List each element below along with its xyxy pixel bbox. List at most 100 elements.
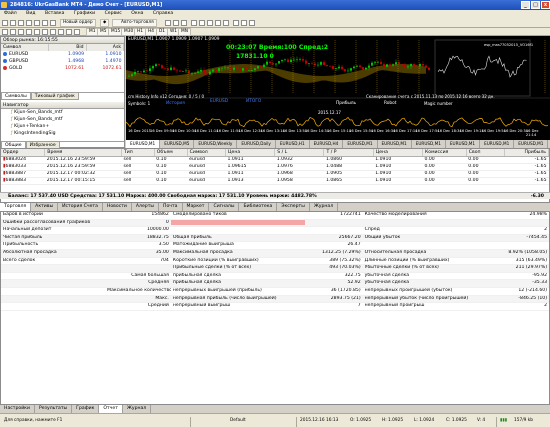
line-chart-icon[interactable]	[181, 20, 187, 26]
navigator-item[interactable]: ƒ Kijun-Sen_Bands_mtf	[11, 109, 124, 116]
col-current-price[interactable]: Цена	[373, 149, 424, 157]
col-symbol[interactable]: Символ	[1, 44, 50, 51]
chart-tab[interactable]: EURUSD,H4	[310, 140, 344, 148]
col-type[interactable]: Тип	[121, 149, 155, 157]
tab-symbols[interactable]: Символы	[1, 93, 31, 100]
tab-trade[interactable]: Торговля	[0, 203, 32, 211]
navigator-icon[interactable]	[34, 20, 40, 26]
text-tool-icon[interactable]	[58, 29, 64, 35]
col-swap[interactable]: Своп	[466, 149, 506, 157]
market-row[interactable]: EURUSD 1.0909 1.0910	[1, 51, 124, 58]
tab-account-history[interactable]: История Счета	[58, 203, 103, 211]
chart-tab[interactable]: EURUSD,M5	[160, 140, 195, 148]
terminal-icon[interactable]	[42, 20, 48, 26]
col-commission[interactable]: Комиссия	[422, 149, 467, 157]
fibonacci-icon[interactable]	[50, 29, 56, 35]
menu-help[interactable]: Справка	[149, 11, 177, 16]
col-order[interactable]: Ордер	[1, 149, 46, 157]
horizontal-line-icon[interactable]	[26, 29, 32, 35]
vertical-line-icon[interactable]	[18, 29, 24, 35]
chart-shift-icon[interactable]	[223, 20, 229, 26]
templates-icon[interactable]	[249, 20, 255, 26]
col-bid[interactable]: Bid	[48, 44, 87, 51]
tab-exposure[interactable]: Активы	[31, 203, 59, 211]
chart-tab[interactable]: EURUSD,M1	[446, 140, 481, 148]
col-symbol[interactable]: Символ	[187, 149, 226, 157]
chart-tab[interactable]: EURUSD,M1	[480, 140, 515, 148]
tab-experts[interactable]: Эксперты	[277, 203, 310, 211]
tab-tick-chart[interactable]: Тиковый график	[30, 93, 79, 100]
tab-news[interactable]: Новости	[103, 203, 132, 211]
metaeditor-button[interactable]: ◆	[100, 19, 110, 27]
trendline-icon[interactable]	[34, 29, 40, 35]
crosshair-icon[interactable]	[10, 29, 16, 35]
navigator-item[interactable]: ƒ Kijun-Sen_Bands_mtf	[11, 116, 124, 123]
menu-insert[interactable]: Вставка	[41, 11, 68, 16]
market-row[interactable]: GOLD 1072.61 1072.61	[1, 65, 124, 72]
indicators-icon[interactable]	[233, 20, 239, 26]
channel-icon[interactable]	[42, 29, 48, 35]
chart-tab[interactable]: EURUSD,Daily	[237, 140, 276, 148]
col-time[interactable]: Время	[44, 149, 122, 157]
minimize-button[interactable]: _	[521, 1, 530, 9]
maximize-button[interactable]: □	[531, 1, 540, 9]
col-sl[interactable]: S / L	[274, 149, 325, 157]
market-row[interactable]: GBPUSD 1.4968 1.4970	[1, 58, 124, 65]
menu-windows[interactable]: Окна	[127, 11, 147, 16]
chart-tab[interactable]: EURUSD,M1	[514, 140, 549, 148]
navigator-item[interactable]: ƒ KingsIntendingSig	[11, 130, 124, 137]
menu-file[interactable]: Файл	[0, 11, 21, 16]
chart-tab[interactable]: EURUSD,M1	[412, 140, 446, 148]
chart-window[interactable]: EURUSD,M1 1.0907 1.0909 1.0907 1.0909 00…	[126, 36, 550, 148]
new-order-button[interactable]: Новый ордер	[60, 19, 96, 27]
zoom-in-icon[interactable]	[191, 20, 197, 26]
autoscroll-icon[interactable]	[215, 20, 221, 26]
cursor-icon[interactable]	[2, 29, 8, 35]
chart-tab[interactable]: EURUSD,M1	[343, 140, 378, 148]
tab-mailbox[interactable]: Почта	[159, 203, 183, 211]
tab-report[interactable]: Отчет	[99, 405, 123, 413]
price-chart[interactable]	[126, 36, 550, 140]
tab-journal[interactable]: Журнал	[310, 203, 339, 211]
profiles-icon[interactable]	[10, 20, 16, 26]
tab-settings[interactable]: Настройки	[0, 405, 35, 413]
label-tool-icon[interactable]	[66, 29, 72, 35]
chart-tab[interactable]: EURUSD,M1	[126, 140, 161, 148]
tab-tester-journal[interactable]: Журнал	[123, 405, 152, 413]
tab-graph[interactable]: График	[72, 405, 100, 413]
new-chart-icon[interactable]	[2, 20, 8, 26]
table-row[interactable]: ▮6883887 2015.12.17 00:02:32 sell 0.10 e…	[1, 170, 549, 178]
chart-tab[interactable]: EURUSD,Weekly	[194, 140, 238, 148]
autotrading-button[interactable]: Авто-торговля	[112, 19, 157, 27]
periods-icon[interactable]	[241, 20, 247, 26]
tab-results[interactable]: Результаты	[35, 405, 73, 413]
table-row[interactable]: ▮6883033 2015.12.16 23:59:59 sell 0.10 e…	[1, 163, 549, 171]
data-window-icon[interactable]	[26, 20, 32, 26]
close-button[interactable]: x	[541, 1, 550, 9]
col-price[interactable]: Цена	[225, 149, 276, 157]
zoom-out-icon[interactable]	[199, 20, 205, 26]
period-mn-button[interactable]: MN	[178, 28, 191, 36]
tester-icon[interactable]	[50, 20, 56, 26]
menu-view[interactable]: Вид	[22, 11, 39, 16]
tab-alerts[interactable]: Алерты	[132, 203, 160, 211]
col-volume[interactable]: Объем	[154, 149, 188, 157]
tab-signals[interactable]: Сигналы	[209, 203, 240, 211]
candle-chart-icon[interactable]	[173, 20, 179, 26]
bar-chart-icon[interactable]	[165, 20, 171, 26]
tab-library[interactable]: Библиотека	[239, 203, 278, 211]
table-row[interactable]: ▮6883024 2015.12.16 23:59:59 sell 0.10 e…	[1, 156, 549, 164]
col-tp[interactable]: T / P	[323, 149, 374, 157]
arrows-icon[interactable]	[74, 29, 80, 35]
navigator-item[interactable]: ƒ Kijun+Tenkan+	[11, 123, 124, 130]
chart-tab[interactable]: EURUSD,H1	[276, 140, 310, 148]
menu-charts[interactable]: Графики	[70, 11, 99, 16]
tile-windows-icon[interactable]	[207, 20, 213, 26]
col-profit[interactable]: Прибыль	[504, 149, 549, 157]
tab-market[interactable]: Маркет	[183, 203, 210, 211]
menu-tools[interactable]: Сервис	[101, 11, 126, 16]
table-row[interactable]: ▮6883883 2015.12.17 00:15:15 sell 0.10 e…	[1, 177, 549, 185]
market-watch-icon[interactable]	[18, 20, 24, 26]
chart-tab[interactable]: EURUSD,M1	[378, 140, 412, 148]
col-ask[interactable]: Ask	[86, 44, 125, 51]
